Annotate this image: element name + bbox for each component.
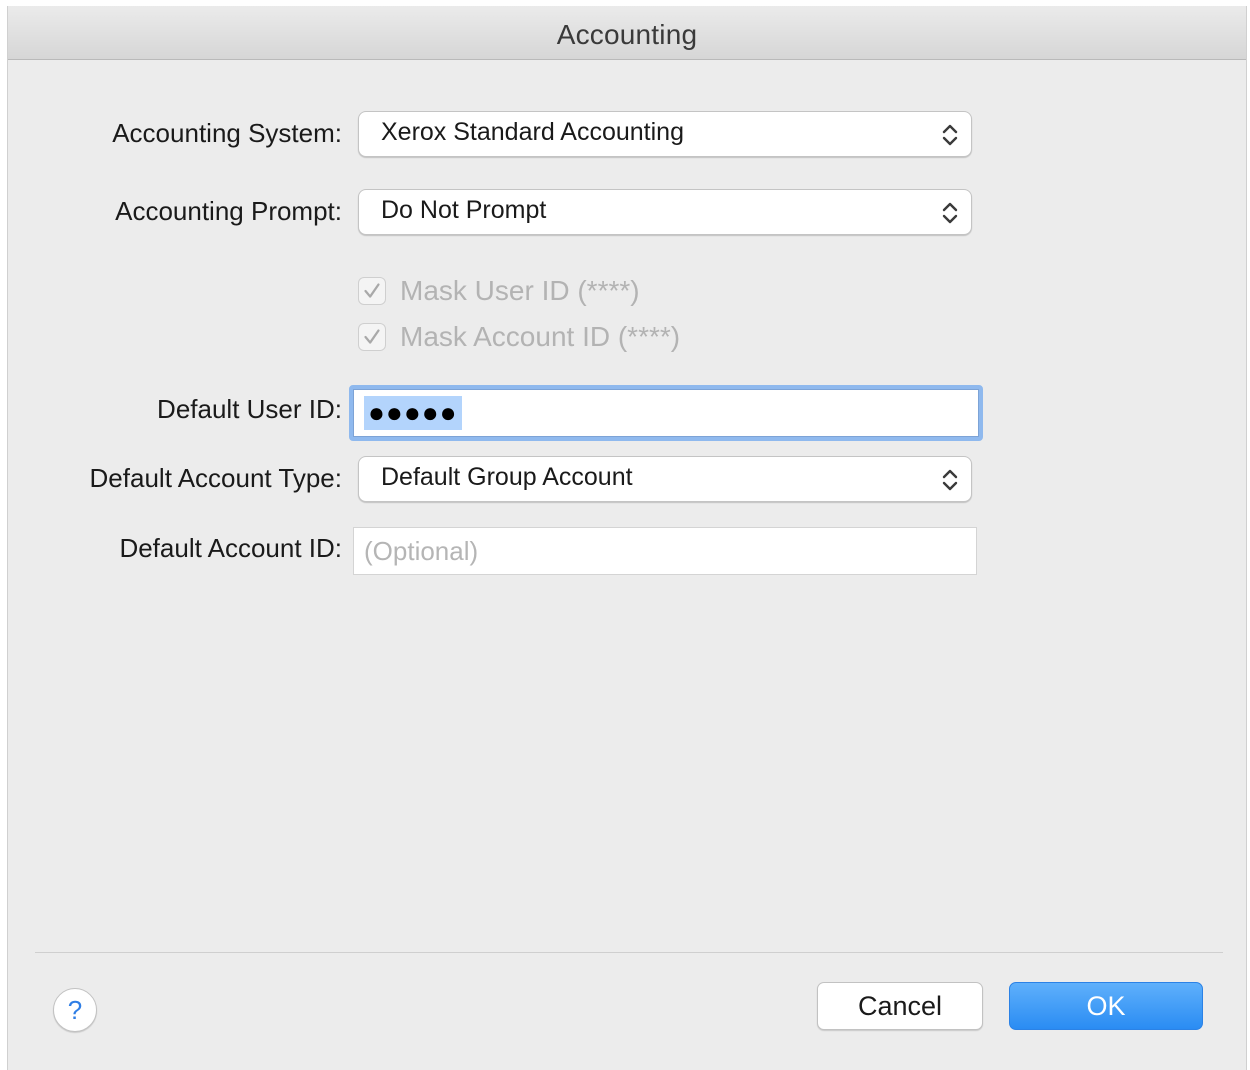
default-account-type-value: Default Group Account xyxy=(381,463,633,491)
question-mark-icon: ? xyxy=(67,995,83,1025)
chevron-up-down-icon xyxy=(942,124,958,146)
default-user-id-masked-value: ●●●●● xyxy=(364,396,462,430)
checkmark-icon xyxy=(364,283,380,298)
help-button[interactable]: ? xyxy=(53,988,97,1032)
footer-separator xyxy=(35,952,1223,953)
chevron-up-down-icon xyxy=(942,469,958,491)
cancel-button[interactable]: Cancel xyxy=(817,982,983,1030)
mask-user-id-label: Mask User ID (****) xyxy=(400,275,640,306)
ok-button[interactable]: OK xyxy=(1009,982,1203,1030)
default-user-id-field[interactable]: ●●●●● xyxy=(349,385,983,441)
accounting-system-value: Xerox Standard Accounting xyxy=(381,118,684,146)
default-account-type-popup[interactable]: Default Group Account xyxy=(358,456,972,502)
default-user-id-inner: ●●●●● xyxy=(353,389,979,437)
accounting-system-label: Accounting System: xyxy=(112,118,342,148)
accounting-prompt-popup[interactable]: Do Not Prompt xyxy=(358,189,972,235)
accounting-dialog: Accounting Accounting System: Xerox Stan… xyxy=(7,6,1247,1070)
title-bar: Accounting xyxy=(8,6,1246,60)
window-title: Accounting xyxy=(556,19,698,50)
mask-account-id-label: Mask Account ID (****) xyxy=(400,321,681,352)
accounting-system-popup[interactable]: Xerox Standard Accounting xyxy=(358,111,972,157)
default-account-id-input[interactable] xyxy=(354,528,976,574)
accounting-prompt-label: Accounting Prompt: xyxy=(115,196,342,226)
default-account-type-label: Default Account Type: xyxy=(89,463,342,493)
default-user-id-label: Default User ID: xyxy=(157,394,342,424)
accounting-prompt-value: Do Not Prompt xyxy=(381,196,547,224)
mask-account-id-checkbox xyxy=(358,323,386,351)
default-account-id-label: Default Account ID: xyxy=(119,533,342,563)
default-account-id-field xyxy=(353,527,977,575)
chevron-up-down-icon xyxy=(942,202,958,224)
checkmark-icon xyxy=(364,329,380,344)
mask-user-id-checkbox xyxy=(358,277,386,305)
